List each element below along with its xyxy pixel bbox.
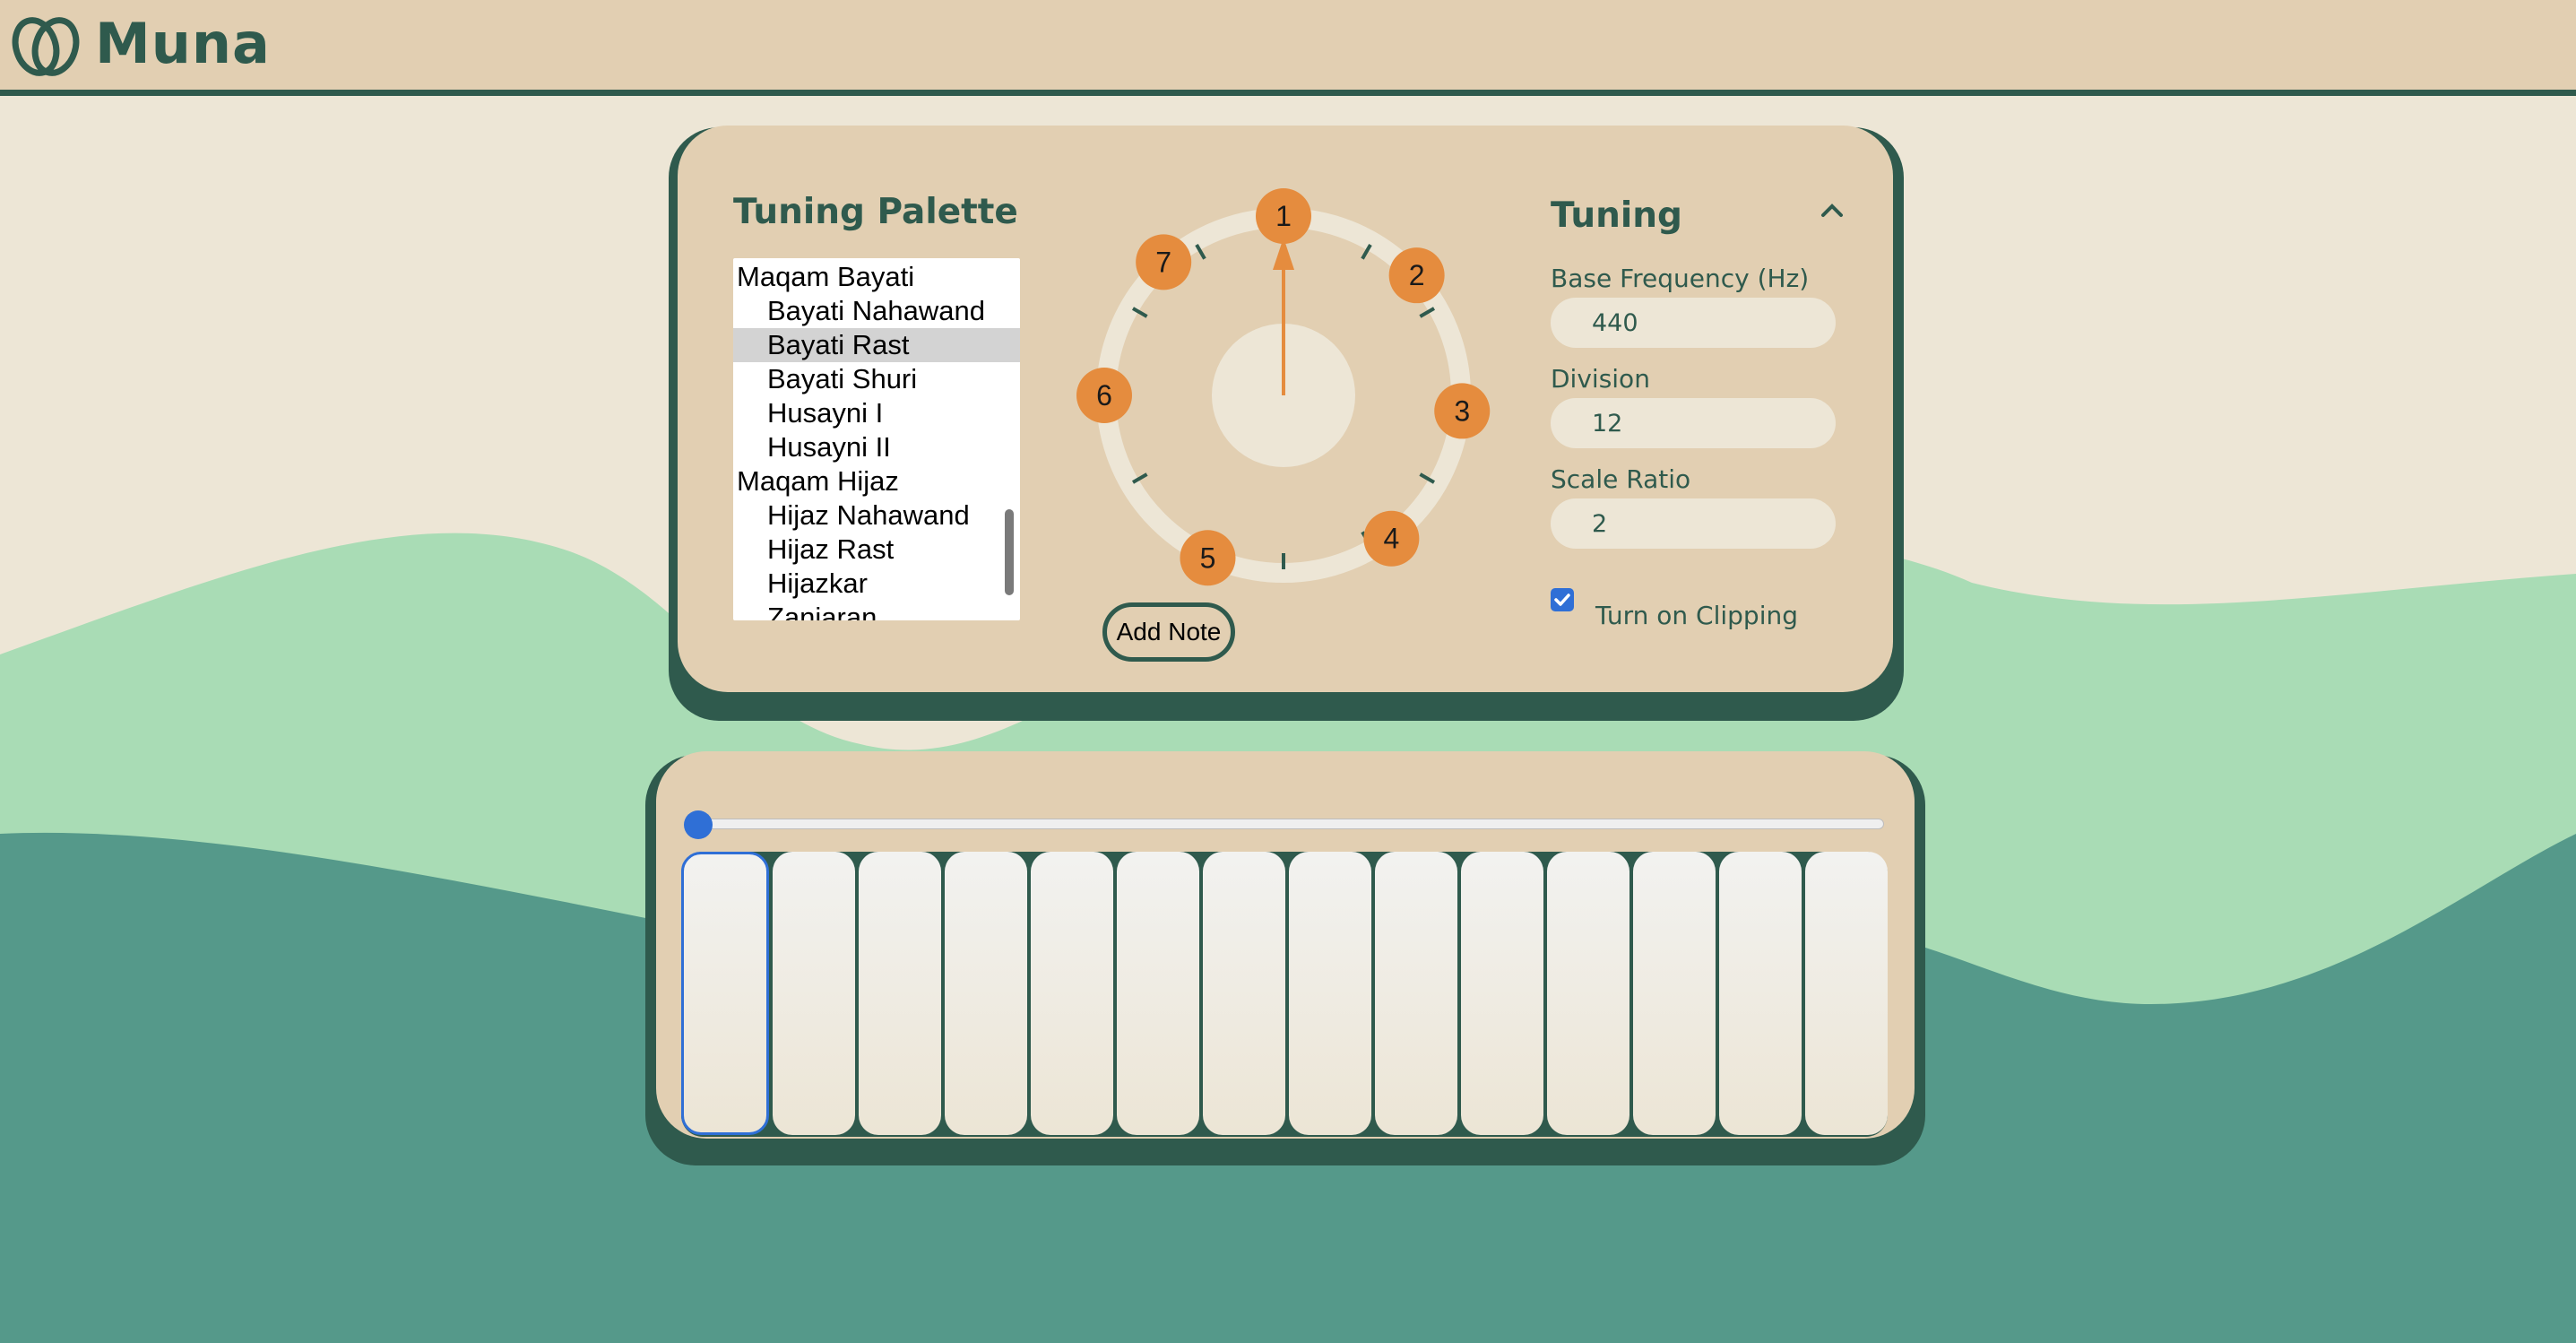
note-marker-label: 3 (1454, 394, 1470, 427)
clipping-checkbox[interactable] (1551, 588, 1574, 611)
keyboard-key[interactable] (1375, 852, 1457, 1135)
palette-scrollbar[interactable] (1005, 509, 1014, 595)
keyboard-key[interactable] (859, 852, 941, 1135)
palette-option[interactable]: Husayni I (733, 396, 1020, 430)
keyboard-key[interactable] (1719, 852, 1802, 1135)
keyboard-key[interactable] (1117, 852, 1199, 1135)
tuning-palette-list[interactable]: Maqam Bayati Bayati Nahawand Bayati Rast Ba… (733, 258, 1020, 620)
keyboard-key[interactable] (773, 852, 855, 1135)
app-header: Muna (0, 0, 2576, 96)
note-marker[interactable]: 5 (1180, 530, 1236, 586)
palette-option[interactable]: Zanjaran (733, 601, 1020, 620)
note-marker-label: 7 (1155, 246, 1171, 278)
palette-option[interactable]: Husayni II (733, 430, 1020, 464)
palette-option[interactable]: Hijaz Nahawand (733, 498, 1020, 533)
slider-thumb[interactable] (684, 810, 713, 839)
note-marker-label: 2 (1409, 259, 1425, 291)
base-frequency-label: Base Frequency (Hz) (1551, 264, 1810, 293)
palette-option[interactable]: Bayati Nahawand (733, 294, 1020, 328)
tuning-title: Tuning (1551, 195, 1682, 236)
keyboard-key[interactable] (1289, 852, 1371, 1135)
palette-option[interactable]: Hijazkar (733, 567, 1020, 601)
add-note-button[interactable]: Add Note (1102, 602, 1235, 662)
keyboard-range-slider[interactable] (688, 819, 1884, 829)
note-marker[interactable]: 1 (1256, 188, 1311, 244)
note-marker[interactable]: 2 (1388, 247, 1445, 304)
keyboard-key[interactable] (1461, 852, 1543, 1135)
keyboard-key[interactable] (681, 852, 769, 1135)
keyboard-key[interactable] (945, 852, 1027, 1135)
note-marker-label: 6 (1096, 379, 1112, 412)
palette-option[interactable]: Hijaz Rast (733, 533, 1020, 567)
palette-option[interactable]: Bayati Shuri (733, 362, 1020, 396)
division-input[interactable] (1551, 398, 1836, 448)
logo-icon (12, 17, 80, 76)
note-marker[interactable]: 6 (1076, 368, 1132, 423)
division-label: Division (1551, 364, 1650, 394)
palette-group: Maqam Hijaz (737, 465, 899, 497)
palette-option[interactable]: Bayati Rast (733, 328, 1020, 362)
collapse-chevron-up-icon[interactable] (1814, 194, 1850, 230)
note-dial[interactable]: 1 2 3 4 5 6 7 (1058, 179, 1506, 610)
keyboard-key[interactable] (1547, 852, 1629, 1135)
keyboard-key[interactable] (1031, 852, 1113, 1135)
note-marker-label: 5 (1200, 542, 1216, 574)
note-marker[interactable]: 7 (1136, 234, 1192, 290)
base-frequency-input[interactable] (1551, 298, 1836, 348)
keyboard-key[interactable] (1805, 852, 1888, 1135)
note-marker[interactable]: 4 (1363, 510, 1420, 567)
clipping-label: Turn on Clipping (1595, 601, 1798, 630)
tuning-palette-title: Tuning Palette (733, 192, 1018, 232)
scale-ratio-label: Scale Ratio (1551, 464, 1691, 494)
checkmark-icon (1554, 594, 1570, 606)
scale-ratio-input[interactable] (1551, 498, 1836, 549)
note-marker-label: 4 (1383, 523, 1399, 555)
keyboard-keys (681, 852, 1888, 1137)
keyboard-key[interactable] (1633, 852, 1716, 1135)
palette-group: Maqam Bayati (737, 261, 915, 292)
keyboard-key[interactable] (1203, 852, 1285, 1135)
note-marker[interactable]: 3 (1434, 383, 1491, 439)
note-marker-label: 1 (1275, 200, 1292, 232)
app-title: Muna (95, 11, 271, 76)
